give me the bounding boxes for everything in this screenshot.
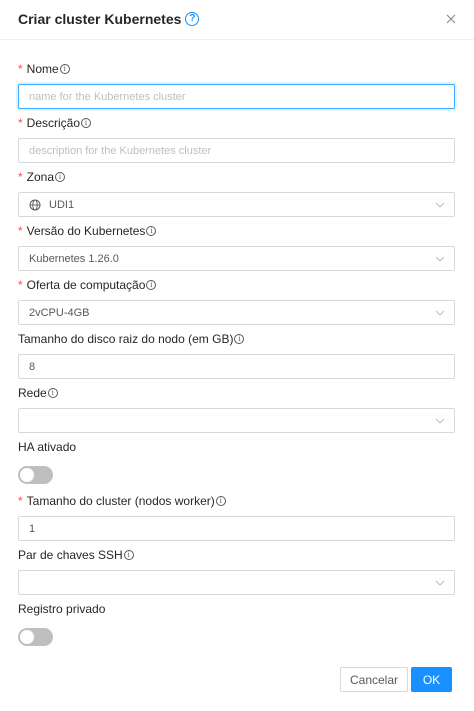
network-label-text: Rede [18, 386, 47, 400]
toggle-knob [20, 630, 34, 644]
cancel-button[interactable]: Cancelar [340, 667, 408, 692]
private-registry-label: Registro privado [18, 601, 105, 617]
chevron-down-icon [435, 310, 445, 316]
ssh-keypair-label-text: Par de chaves SSH [18, 548, 123, 562]
description-input[interactable]: description for the Kubernetes cluster [18, 138, 455, 163]
private-registry-label-text: Registro privado [18, 602, 106, 616]
ha-label-text: HA ativado [18, 440, 77, 454]
info-icon[interactable]: i [146, 280, 157, 290]
info-icon[interactable]: i [81, 118, 92, 128]
required-marker: * [18, 224, 23, 238]
help-icon[interactable]: ? [185, 12, 200, 26]
k8s-version-label: * Versão do Kubernetes i [18, 223, 157, 239]
chevron-down-icon [435, 580, 445, 586]
private-registry-toggle[interactable] [18, 628, 53, 646]
ok-button[interactable]: OK [411, 667, 452, 692]
name-label-text: Nome [26, 62, 59, 76]
ha-toggle[interactable] [18, 466, 53, 484]
root-disk-label-text: Tamanho do disco raiz do nodo (em GB) [18, 332, 234, 346]
modal-title-text: Criar cluster Kubernetes [18, 11, 182, 27]
ssh-keypair-label: Par de chaves SSH i [18, 547, 134, 563]
required-marker: * [18, 278, 23, 292]
info-icon[interactable]: i [47, 388, 58, 398]
description-label-text: Descrição [26, 116, 81, 130]
root-disk-label: Tamanho do disco raiz do nodo (em GB) i [18, 331, 245, 347]
network-select[interactable] [18, 408, 455, 433]
ha-label: HA ativado [18, 439, 76, 455]
required-marker: * [18, 170, 23, 184]
ssh-keypair-select[interactable] [18, 570, 455, 595]
info-icon[interactable]: i [215, 496, 226, 506]
root-disk-value: 8 [29, 360, 36, 373]
info-icon[interactable]: i [123, 550, 134, 560]
name-placeholder: name for the Kubernetes cluster [29, 90, 186, 103]
chevron-down-icon [435, 202, 445, 208]
cluster-size-label: * Tamanho do cluster (nodos worker) i [18, 493, 226, 509]
zone-value: UDI1 [49, 198, 75, 211]
cluster-size-input[interactable]: 1 [18, 516, 455, 541]
zone-label: * Zona i [18, 169, 66, 185]
compute-offering-label: * Oferta de computação i [18, 277, 157, 293]
k8s-version-select[interactable]: Kubernetes 1.26.0 [18, 246, 455, 271]
zone-label-text: Zona [26, 170, 55, 184]
required-marker: * [18, 62, 23, 76]
info-icon[interactable]: i [146, 226, 157, 236]
network-label: Rede i [18, 385, 58, 401]
required-marker: * [18, 116, 23, 130]
compute-offering-label-text: Oferta de computação [26, 278, 146, 292]
modal-header: Criar cluster Kubernetes ? [0, 0, 474, 40]
description-placeholder: description for the Kubernetes cluster [29, 144, 212, 157]
info-icon[interactable]: i [234, 334, 245, 344]
modal-title: Criar cluster Kubernetes ? [18, 11, 200, 27]
cluster-size-value: 1 [29, 522, 36, 535]
compute-offering-select[interactable]: 2vCPU-4GB [18, 300, 455, 325]
compute-offering-value: 2vCPU-4GB [29, 306, 90, 319]
name-label: * Nome i [18, 61, 70, 77]
chevron-down-icon [435, 256, 445, 262]
cluster-size-label-text: Tamanho do cluster (nodos worker) [26, 494, 215, 508]
info-icon[interactable]: i [59, 64, 70, 74]
root-disk-input[interactable]: 8 [18, 354, 455, 379]
description-label: * Descrição i [18, 115, 92, 131]
k8s-version-value: Kubernetes 1.26.0 [29, 252, 119, 265]
toggle-knob [20, 468, 34, 482]
name-input[interactable]: name for the Kubernetes cluster [18, 84, 455, 109]
chevron-down-icon [435, 418, 445, 424]
required-marker: * [18, 494, 23, 508]
zone-select[interactable]: UDI1 [18, 192, 455, 217]
globe-icon [29, 199, 41, 210]
info-icon[interactable]: i [55, 172, 66, 182]
close-icon[interactable] [444, 12, 458, 26]
k8s-version-label-text: Versão do Kubernetes [26, 224, 146, 238]
